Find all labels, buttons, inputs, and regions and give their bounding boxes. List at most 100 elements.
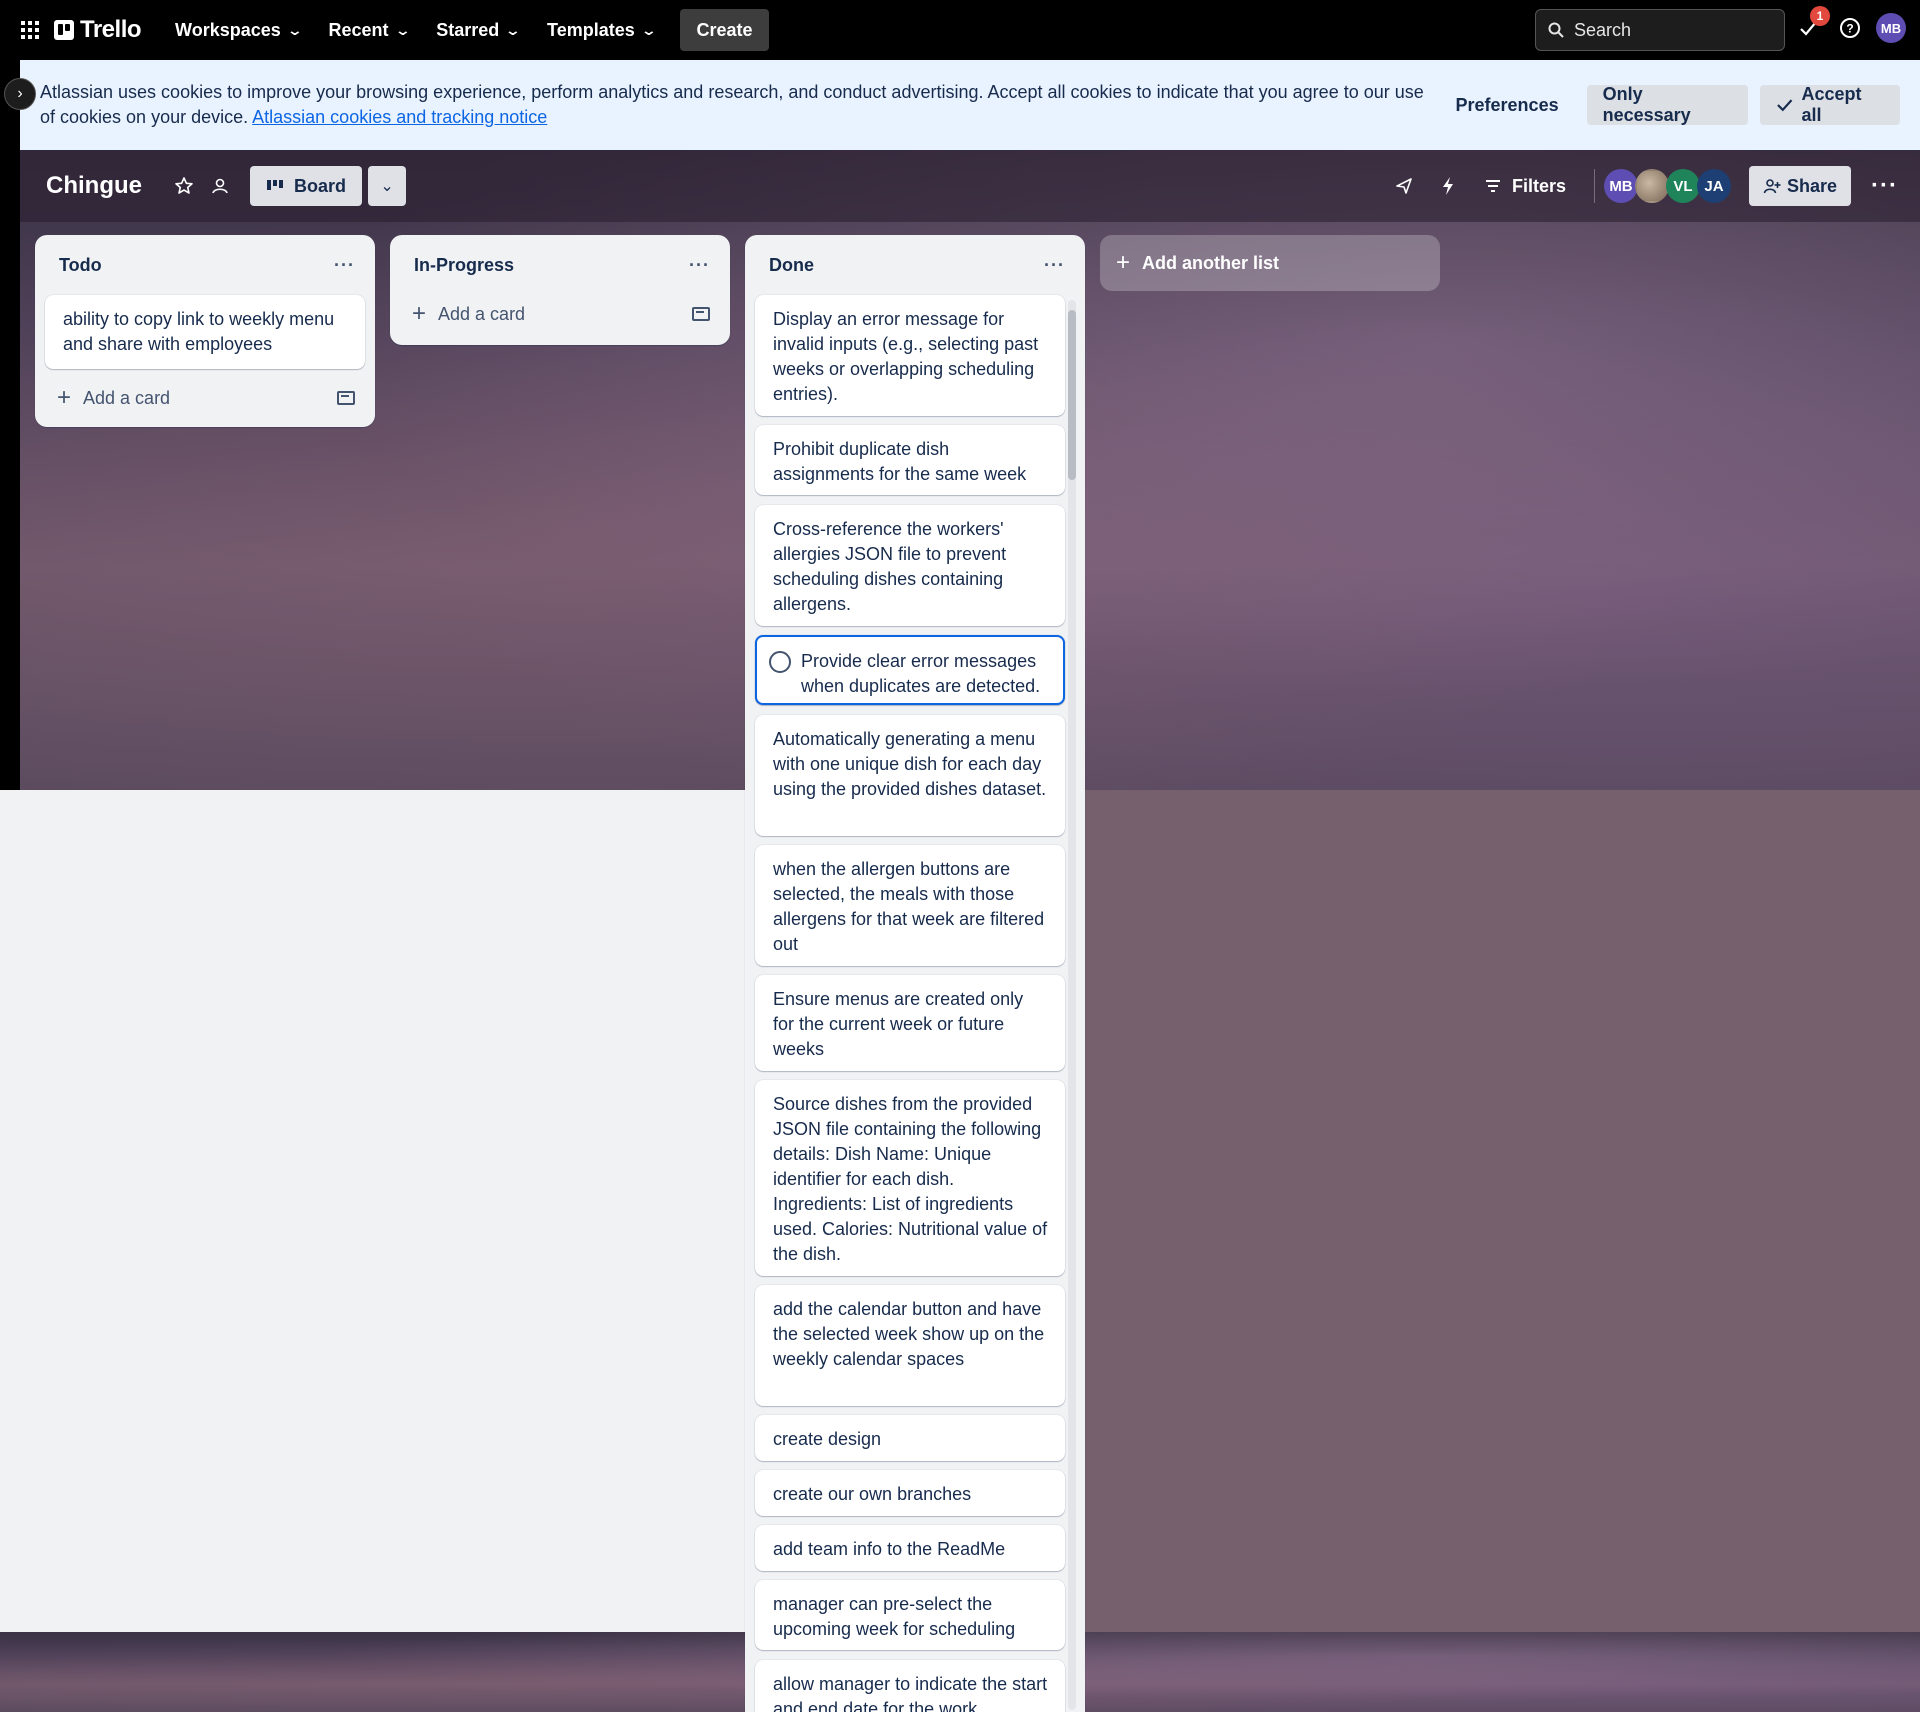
card[interactable]: allow manager to indicate the start and … [755, 1660, 1065, 1712]
team-visibility-icon [212, 178, 228, 194]
card[interactable]: create design [755, 1415, 1065, 1461]
card[interactable]: when the allergen buttons are selected, … [755, 845, 1065, 966]
cookie-message: Atlassian uses cookies to improve your b… [40, 80, 1440, 130]
cookie-text: Atlassian uses cookies to improve your b… [40, 82, 1424, 127]
recent-menu[interactable]: Recent ⌄ [315, 10, 423, 50]
only-necessary-button[interactable]: Only necessary [1586, 84, 1749, 125]
list-done: Done ··· Display an error message for in… [745, 235, 1085, 1712]
chevron-down-icon: ⌄ [504, 21, 522, 38]
add-list-label: Add another list [1142, 252, 1280, 273]
plus-icon: + [57, 384, 72, 411]
list-todo: Todo ··· ability to copy link to weekly … [35, 235, 375, 427]
accept-all-label: Accept all [1801, 84, 1862, 125]
cookie-banner: Atlassian uses cookies to improve your b… [20, 60, 1920, 150]
create-from-template-icon[interactable] [337, 391, 355, 405]
card[interactable]: ability to copy link to weekly menu and … [45, 295, 365, 369]
filters-label: Filters [1511, 175, 1566, 196]
templates-menu[interactable]: Templates ⌄ [533, 10, 668, 50]
list-in-progress: In-Progress ··· + Add a card [390, 235, 730, 345]
add-card-button[interactable]: + Add a card [35, 375, 375, 421]
search-placeholder: Search [1574, 19, 1632, 40]
notifications-button[interactable]: 1 [1792, 6, 1830, 44]
card[interactable]: Ensure menus are created only for the cu… [755, 975, 1065, 1071]
create-button[interactable]: Create [680, 9, 769, 51]
list-actions-button[interactable]: ··· [689, 255, 710, 276]
card[interactable]: add the calendar button and have the sel… [755, 1285, 1065, 1406]
member-avatar[interactable]: VL [1665, 169, 1700, 203]
member-avatar[interactable]: MB [1603, 169, 1638, 203]
trello-wordmark: Trello [80, 16, 142, 43]
list-actions-button[interactable]: ··· [334, 255, 355, 276]
board-view-icon [267, 180, 283, 190]
create-from-template-icon[interactable] [692, 307, 710, 321]
card[interactable]: Cross-reference the workers' allergies J… [755, 505, 1065, 626]
cookie-preferences-button[interactable]: Preferences [1440, 85, 1575, 125]
add-card-label: Add a card [438, 303, 526, 324]
recent-label: Recent [328, 19, 389, 40]
chevron-right-icon: › [17, 85, 23, 102]
board-members: MB VL JA [1593, 169, 1731, 203]
trello-logo-icon [54, 20, 74, 40]
app-switcher-icon[interactable] [12, 12, 48, 48]
top-navigation: Trello Workspaces ⌄ Recent ⌄ Starred ⌄ Temp… [0, 0, 1920, 60]
member-avatar-photo[interactable] [1634, 169, 1669, 203]
share-label: Share [1786, 175, 1838, 196]
card[interactable]: create our own branches [755, 1470, 1065, 1516]
user-avatar[interactable]: MB [1876, 13, 1906, 43]
card-selected[interactable]: Provide clear error messages when duplic… [755, 635, 1065, 705]
star-icon [175, 177, 193, 194]
trello-logo[interactable]: Trello [54, 16, 142, 44]
chevron-down-icon: ⌄ [286, 21, 303, 38]
chevron-down-icon: ⌄ [640, 21, 657, 38]
board-header: Chingue Board ⌄ Filters MB VL JA Share ·… [20, 150, 1920, 222]
sidebar-rail [0, 60, 20, 790]
board-view-label: Board [294, 175, 347, 196]
list-title[interactable]: Todo [59, 255, 102, 276]
filter-icon [1485, 180, 1500, 192]
card[interactable]: Prohibit duplicate dish assignments for … [755, 425, 1065, 495]
notification-count-badge: 1 [1810, 6, 1830, 26]
chevron-down-icon: ⌄ [394, 21, 411, 38]
search-icon [1548, 22, 1564, 38]
starred-label: Starred [436, 19, 500, 40]
board-canvas-area [1080, 790, 1920, 1632]
workspaces-menu[interactable]: Workspaces ⌄ [161, 10, 314, 50]
star-board-button[interactable] [166, 168, 202, 204]
card[interactable]: Source dishes from the provided JSON fil… [755, 1080, 1065, 1276]
list-actions-button[interactable]: ··· [1044, 255, 1065, 276]
lightning-icon [1442, 177, 1453, 195]
card[interactable]: Automatically generating a menu with one… [755, 715, 1065, 836]
complete-circle-icon[interactable] [769, 651, 791, 673]
board-title[interactable]: Chingue [46, 172, 142, 200]
svg-text:?: ? [1846, 22, 1853, 36]
add-card-button[interactable]: + Add a card [390, 291, 730, 337]
add-another-list-button[interactable]: + Add another list [1100, 235, 1440, 291]
power-ups-button[interactable] [1386, 168, 1422, 204]
automation-button[interactable] [1430, 168, 1466, 204]
cookie-notice-link[interactable]: Atlassian cookies and tracking notice [252, 107, 547, 127]
expand-sidebar-button[interactable]: › [4, 78, 36, 110]
plus-icon: + [412, 300, 427, 327]
list-title[interactable]: In-Progress [414, 255, 514, 276]
share-button[interactable]: Share [1748, 166, 1852, 206]
view-switcher-dropdown[interactable]: ⌄ [368, 166, 407, 206]
starred-menu[interactable]: Starred ⌄ [422, 10, 533, 50]
list-title[interactable]: Done [769, 255, 814, 276]
scrollbar-thumb[interactable] [1068, 310, 1076, 480]
search-input[interactable]: Search [1535, 9, 1785, 51]
member-avatar[interactable]: JA [1696, 169, 1731, 203]
list-scrollbar[interactable] [1068, 300, 1076, 1710]
add-person-icon [1763, 179, 1781, 194]
visibility-button[interactable] [202, 168, 238, 204]
card[interactable]: Display an error message for invalid inp… [755, 295, 1065, 416]
accept-all-button[interactable]: Accept all [1760, 84, 1900, 125]
board-menu-button[interactable]: ··· [1871, 172, 1898, 200]
add-card-label: Add a card [83, 387, 171, 408]
card[interactable]: add team info to the ReadMe [755, 1525, 1065, 1571]
card-text: Provide clear error messages when duplic… [801, 651, 1041, 696]
filters-button[interactable]: Filters [1474, 176, 1576, 197]
card[interactable]: manager can pre-select the upcoming week… [755, 1580, 1065, 1650]
plus-icon: + [1116, 249, 1131, 276]
board-view-button[interactable]: Board [250, 166, 363, 206]
help-button[interactable]: ? [1834, 12, 1866, 44]
